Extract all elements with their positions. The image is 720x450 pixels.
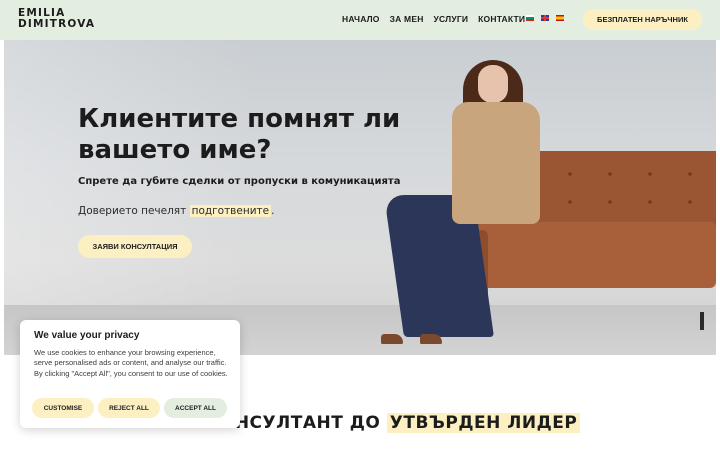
free-guide-button[interactable]: БЕЗПЛАТЕН НАРЪЧНИК [583,9,702,30]
cookie-title: We value your privacy [34,330,140,341]
cookie-accept-button[interactable]: ACCEPT ALL [164,398,227,418]
main-nav: НАЧАЛО ЗА МЕН УСЛУГИ КОНТАКТИ [342,14,535,24]
nav-item-about[interactable]: ЗА МЕН [390,14,424,24]
nav-item-services[interactable]: УСЛУГИ [434,14,469,24]
nav-item-contacts[interactable]: КОНТАКТИ [478,14,525,24]
sofa-seat [478,222,716,288]
flag-spain-icon[interactable] [556,15,564,21]
site-header: EMILIA DIMITROVA НАЧАЛО ЗА МЕН УСЛУГИ КО… [0,0,720,40]
flag-bulgaria-icon[interactable] [526,15,534,21]
sofa-leg [700,312,704,330]
book-consultation-button[interactable]: ЗАЯВИ КОНСУЛТАЦИЯ [78,235,192,258]
person-jacket [452,102,540,224]
person-shoe [420,334,442,344]
cookie-banner: We value your privacy We use cookies to … [20,320,240,428]
person-face [478,65,508,103]
trust-prefix: Доверието печелят [78,205,190,217]
trust-highlight: подготвените [189,205,272,217]
hero-trust-line: Доверието печелят подготвените. [78,205,274,217]
language-switcher [526,15,564,21]
trust-suffix: . [271,205,275,217]
cookie-customise-button[interactable]: CUSTOMISE [32,398,94,418]
person-shoe [381,334,403,344]
cookie-text: We use cookies to enhance your browsing … [34,348,228,378]
site-logo[interactable]: EMILIA DIMITROVA [18,8,95,30]
nav-item-home[interactable]: НАЧАЛО [342,14,380,24]
hero-title: Клиентите помнят ли вашето име? [78,104,401,165]
section-title-highlight: УТВЪРДЕН ЛИДЕР [386,413,581,433]
flag-uk-icon[interactable] [541,15,549,21]
logo-line-2: DIMITROVA [18,18,96,30]
cookie-reject-button[interactable]: REJECT ALL [98,398,160,418]
hero-subtitle: Спрете да губите сделки от пропуски в ко… [78,176,401,187]
